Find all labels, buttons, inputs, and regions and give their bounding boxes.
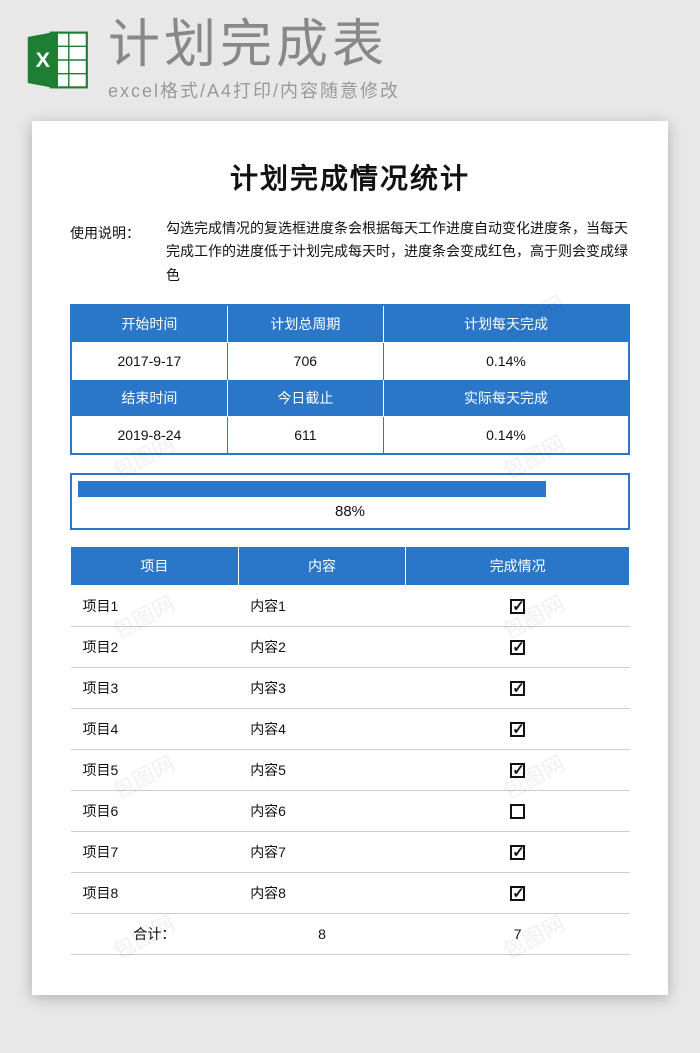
item-status-cell [406,667,630,708]
table-row: 项目2内容2 [71,626,630,667]
progress-bar [78,481,622,497]
info-v-end: 2019-8-24 [71,416,227,454]
progress-fill [78,481,546,497]
items-h-status: 完成情况 [406,546,630,585]
item-name: 项目3 [71,667,239,708]
document-page: 计划完成情况统计 使用说明： 勾选完成情况的复选框进度条会根据每天工作进度自动变… [32,121,668,995]
item-status-cell [406,831,630,872]
item-content: 内容4 [238,708,406,749]
info-v-today: 611 [227,416,383,454]
svg-text:X: X [36,47,51,72]
table-row: 项目6内容6 [71,790,630,831]
table-row: 项目5内容5 [71,749,630,790]
app-header: X 计划完成表 excel格式/A4打印/内容随意修改 [0,0,700,113]
item-content: 内容8 [238,872,406,913]
item-name: 项目5 [71,749,239,790]
progress-percent: 88% [78,497,622,522]
instruction-text: 勾选完成情况的复选框进度条会根据每天工作进度自动变化进度条，当每天完成工作的进度… [166,217,630,288]
progress-container: 88% [70,473,630,530]
item-content: 内容3 [238,667,406,708]
info-h-today: 今日截止 [227,379,383,416]
instruction-row: 使用说明： 勾选完成情况的复选框进度条会根据每天工作进度自动变化进度条，当每天完… [70,217,630,288]
info-table: 开始时间 计划总周期 计划每天完成 2017-9-17 706 0.14% 结束… [70,304,630,455]
info-h-end: 结束时间 [71,379,227,416]
item-status-cell [406,790,630,831]
item-status-cell [406,626,630,667]
info-h-period: 计划总周期 [227,305,383,343]
checkbox-icon[interactable] [510,804,525,819]
items-table: 项目 内容 完成情况 项目1内容1项目2内容2项目3内容3项目4内容4项目5内容… [70,546,630,955]
table-row: 项目3内容3 [71,667,630,708]
checkbox-icon[interactable] [510,722,525,737]
info-v-plandaily: 0.14% [383,342,629,379]
items-h-content: 内容 [238,546,406,585]
info-v-actualdaily: 0.14% [383,416,629,454]
info-h-plandaily: 计划每天完成 [383,305,629,343]
item-content: 内容5 [238,749,406,790]
info-v-period: 706 [227,342,383,379]
item-name: 项目4 [71,708,239,749]
checkbox-icon[interactable] [510,763,525,778]
checkbox-icon[interactable] [510,599,525,614]
item-content: 内容1 [238,585,406,626]
sum-label: 合计： [71,913,239,954]
item-content: 内容6 [238,790,406,831]
item-status-cell [406,708,630,749]
checkbox-icon[interactable] [510,845,525,860]
table-row: 项目4内容4 [71,708,630,749]
item-content: 内容7 [238,831,406,872]
item-name: 项目6 [71,790,239,831]
info-v-start: 2017-9-17 [71,342,227,379]
item-status-cell [406,585,630,626]
header-subtitle: excel格式/A4打印/内容随意修改 [108,77,678,103]
info-h-actualdaily: 实际每天完成 [383,379,629,416]
table-row: 项目1内容1 [71,585,630,626]
item-status-cell [406,872,630,913]
checkbox-icon[interactable] [510,640,525,655]
sum-total: 8 [238,913,406,954]
excel-icon: X [22,24,94,96]
checkbox-icon[interactable] [510,681,525,696]
header-title: 计划完成表 [108,18,678,73]
item-content: 内容2 [238,626,406,667]
instruction-label: 使用说明： [70,217,148,243]
item-status-cell [406,749,630,790]
table-row: 项目7内容7 [71,831,630,872]
items-h-name: 项目 [71,546,239,585]
item-name: 项目1 [71,585,239,626]
item-name: 项目7 [71,831,239,872]
document-title: 计划完成情况统计 [70,157,630,197]
info-h-start: 开始时间 [71,305,227,343]
table-row: 项目8内容8 [71,872,630,913]
item-name: 项目8 [71,872,239,913]
item-name: 项目2 [71,626,239,667]
sum-done: 7 [406,913,630,954]
checkbox-icon[interactable] [510,886,525,901]
